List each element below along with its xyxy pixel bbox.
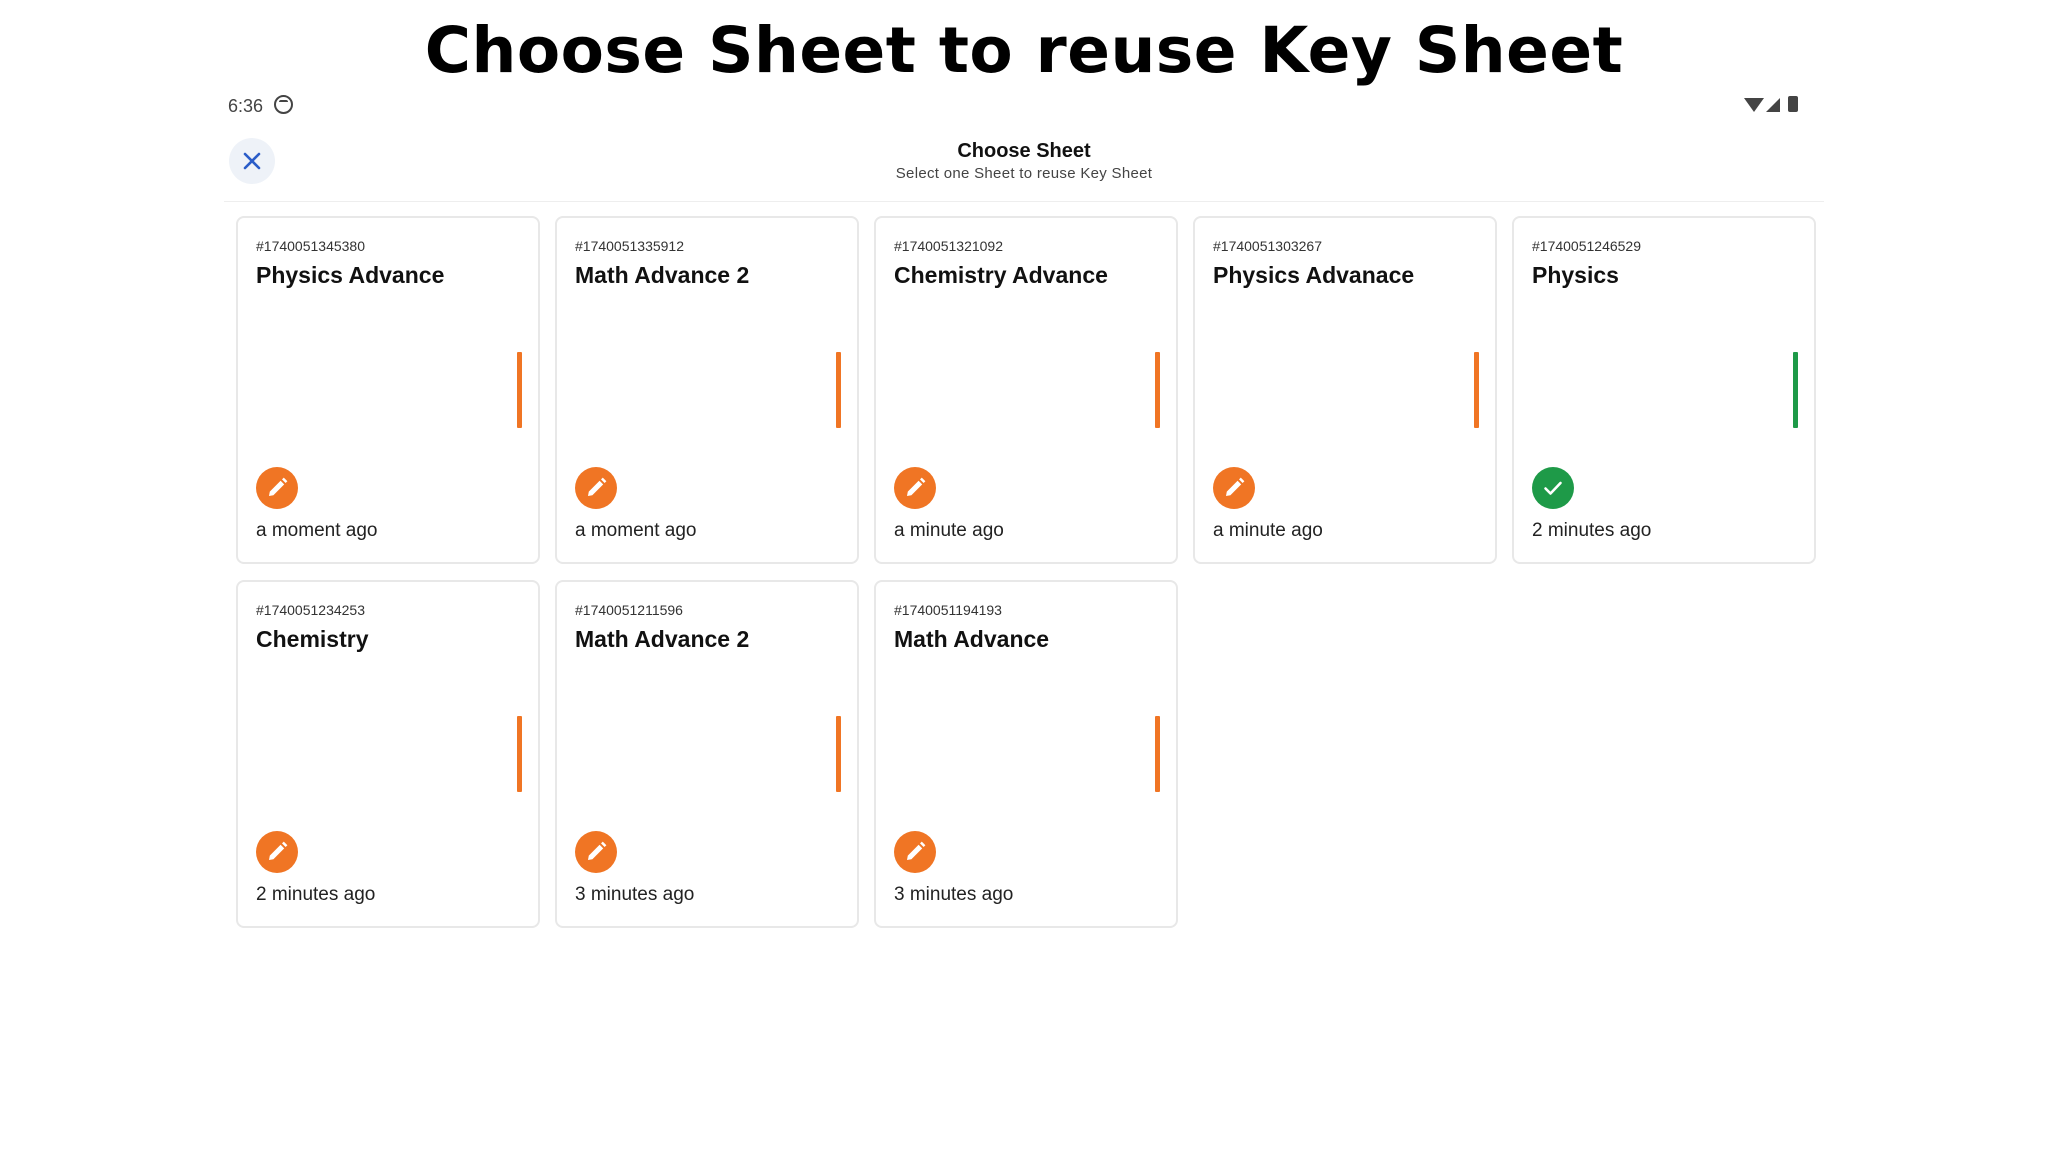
sheet-card[interactable]: #1740051194193 Math Advance 3 minutes ago — [874, 580, 1178, 928]
sheet-updated-time: 2 minutes ago — [1532, 520, 1652, 541]
sheet-title: Physics Advanace — [1213, 262, 1415, 288]
sheet-grid: #1740051345380 Physics Advance a moment ag… — [236, 216, 1816, 928]
sheet-updated-time: 3 minutes ago — [894, 884, 1014, 905]
sheet-id: #1740051321092 — [894, 238, 1004, 254]
check-icon — [1532, 467, 1574, 509]
battery-icon — [1788, 96, 1798, 112]
edit-icon — [894, 467, 936, 509]
edit-icon — [1213, 467, 1255, 509]
sheet-card[interactable]: #1740051246529 Physics 2 minutes ago — [1512, 216, 1816, 564]
dialog-header: Choose Sheet Select one Sheet to reuse K… — [224, 130, 1824, 202]
sheet-updated-time: a moment ago — [575, 520, 697, 541]
sheet-title: Math Advance 2 — [575, 626, 750, 652]
system-icons — [1744, 94, 1804, 116]
sheet-title: Chemistry Advance — [894, 262, 1108, 288]
sheet-id: #1740051246529 — [1532, 238, 1642, 254]
signal-icon — [1766, 98, 1780, 112]
sheet-updated-time: a moment ago — [256, 520, 378, 541]
sheet-id: #1740051303267 — [1213, 238, 1323, 254]
sheet-title: Math Advance 2 — [575, 262, 750, 288]
status-bar-indicator — [1474, 352, 1479, 428]
edit-icon — [575, 467, 617, 509]
sheet-updated-time: a minute ago — [894, 520, 1004, 541]
edit-icon — [575, 831, 617, 873]
sheet-title: Chemistry — [256, 626, 369, 652]
sheet-id: #1740051345380 — [256, 238, 366, 254]
sheet-updated-time: a minute ago — [1213, 520, 1323, 541]
notification-icon — [274, 95, 293, 114]
status-bar-indicator — [517, 352, 522, 428]
status-bar-indicator — [1155, 716, 1160, 792]
wifi-icon — [1744, 98, 1764, 112]
status-bar-indicator — [836, 716, 841, 792]
dialog-title: Choose Sheet — [957, 140, 1091, 162]
status-bar-indicator — [836, 352, 841, 428]
edit-icon — [256, 831, 298, 873]
sheet-card[interactable]: #1740051345380 Physics Advance a moment ag… — [236, 216, 540, 564]
status-bar: 6:36 — [224, 92, 1824, 122]
sheet-card[interactable]: #1740051211596 Math Advance 2 3 minutes ag… — [555, 580, 859, 928]
status-bar-indicator — [1155, 352, 1160, 428]
edit-icon — [256, 467, 298, 509]
page-headline: Choose Sheet to reuse Key Sheet — [424, 14, 1624, 87]
status-time: 6:36 — [228, 96, 264, 116]
sheet-id: #1740051234253 — [256, 602, 366, 618]
sheet-card[interactable]: #1740051321092 Chemistry Advance a minute … — [874, 216, 1178, 564]
sheet-title: Physics Advance — [256, 262, 445, 288]
sheet-id: #1740051194193 — [894, 602, 1002, 618]
sheet-updated-time: 2 minutes ago — [256, 884, 376, 905]
close-button[interactable] — [229, 138, 275, 184]
sheet-id: #1740051335912 — [575, 238, 685, 254]
sheet-title: Physics — [1532, 262, 1619, 288]
sheet-title: Math Advance — [894, 626, 1050, 652]
status-bar-indicator — [517, 716, 522, 792]
sheet-card[interactable]: #1740051335912 Math Advance 2 a moment ago — [555, 216, 859, 564]
sheet-card[interactable]: #1740051234253 Chemistry 2 minutes ago — [236, 580, 540, 928]
dialog-subtitle: Select one Sheet to reuse Key Sheet — [895, 165, 1153, 182]
close-icon — [243, 152, 261, 170]
sheet-card[interactable]: #1740051303267 Physics Advanace a minute a… — [1193, 216, 1497, 564]
sheet-id: #1740051211596 — [575, 602, 683, 618]
sheet-updated-time: 3 minutes ago — [575, 884, 695, 905]
status-bar-indicator — [1793, 352, 1798, 428]
edit-icon — [894, 831, 936, 873]
